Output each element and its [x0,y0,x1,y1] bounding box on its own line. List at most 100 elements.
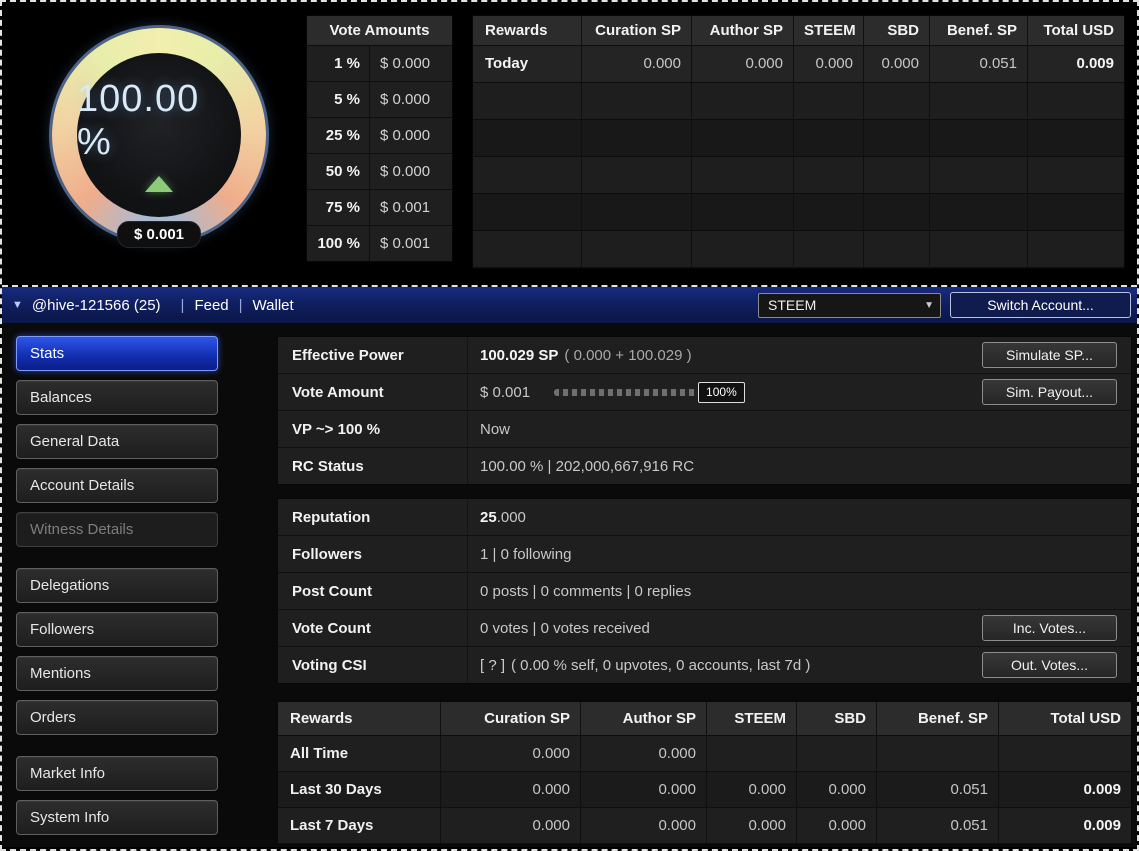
table-cell [1027,83,1124,119]
table-cell [929,157,1027,193]
rewards-7-days-row: Last 7 Days 0.000 0.000 0.000 0.000 0.05… [278,808,1131,844]
sidebar-item-mentions[interactable]: Mentions [16,656,218,691]
vote-pct: 50 % [307,154,369,189]
table-row [473,157,1124,194]
table-cell [929,194,1027,230]
sidebar-item-general-data[interactable]: General Data [16,424,218,459]
table-cell [581,194,691,230]
table-cell [1027,194,1124,230]
stats-main-panel: Effective Power 100.029 SP ( 0.000 + 100… [277,336,1132,847]
rewards-all-time-row: All Time 0.000 0.000 [278,736,1131,772]
table-cell [691,120,793,156]
rc-status-value: 100.00 % | 202,000,667,916 RC [468,458,1131,475]
table-cell [473,83,581,119]
vote-weight-slider[interactable] [554,389,702,396]
table-cell [706,736,796,771]
row-label: Followers [278,536,468,572]
sidebar-item-delegations[interactable]: Delegations [16,568,218,603]
row-label: VP ~> 100 % [278,411,468,447]
table-cell [863,157,929,193]
app-body: Stats Balances General Data Account Deta… [2,323,1137,847]
table-cell: 0.051 [876,808,998,843]
table-cell [473,231,581,267]
csi-help-icon[interactable]: [ ? ] [480,657,505,674]
vote-amt: $ 0.000 [369,82,452,117]
account-stats-group: Reputation 25 .000 Followers 1 | 0 follo… [277,498,1132,684]
table-header-cell: STEEM [706,702,796,735]
sim-payout-button[interactable]: Sim. Payout... [982,379,1117,405]
table-cell [691,83,793,119]
table-cell [876,736,998,771]
followers-value: 1 | 0 following [468,546,1131,563]
table-cell: 0.000 [796,808,876,843]
sidebar-item-witness-details: Witness Details [16,512,218,547]
feed-link[interactable]: Feed [194,297,228,314]
sidebar-item-followers[interactable]: Followers [16,612,218,647]
simulate-sp-button[interactable]: Simulate SP... [982,342,1117,368]
table-cell: 0.000 [796,772,876,807]
account-name[interactable]: @hive-121566 (25) [32,297,161,314]
rewards-today-row: Today 0.000 0.000 0.000 0.000 0.051 0.00… [473,46,1124,83]
table-cell [581,120,691,156]
row-value: 100.029 SP ( 0.000 + 100.029 ) [468,347,970,364]
table-cell: 0.000 [440,808,580,843]
vote-amount-row: 5 % $ 0.000 [307,82,452,118]
table-cell: Today [473,46,581,82]
sidebar-item-balances[interactable]: Balances [16,380,218,415]
vote-pct: 100 % [307,226,369,261]
rewards-summary-header-row: Rewards Curation SP Author SP STEEM SBD … [278,702,1131,736]
table-cell [581,231,691,267]
row-label: Reputation [278,499,468,535]
table-header-cell: Author SP [580,702,706,735]
sidebar-item-market-info[interactable]: Market Info [16,756,218,791]
wallet-link[interactable]: Wallet [253,297,294,314]
table-row [473,194,1124,231]
reputation-value: 25 .000 [468,509,1131,526]
outgoing-votes-button[interactable]: Out. Votes... [982,652,1117,678]
table-row [473,231,1124,268]
table-cell: 0.051 [876,772,998,807]
table-cell [581,157,691,193]
voting-power-gauge: 100.00 % $ 0.001 [52,28,266,242]
sidebar-item-stats[interactable]: Stats [16,336,218,371]
row-label: Effective Power [278,337,468,373]
row-label: Vote Count [278,610,468,646]
table-cell: 0.000 [863,46,929,82]
vote-amount-value: $ 0.001 [480,384,530,401]
table-cell [793,194,863,230]
vote-amt: $ 0.001 [369,190,452,225]
table-row [473,83,1124,120]
switch-account-button[interactable]: Switch Account... [950,292,1131,318]
account-menu-caret-icon[interactable]: ▼ [12,299,23,311]
table-header-cell: Curation SP [440,702,580,735]
titlebar: ▼ @hive-121566 (25) | Feed | Wallet STEE… [2,287,1137,323]
sidebar-item-orders[interactable]: Orders [16,700,218,735]
table-header-cell: SBD [863,16,929,45]
table-header-cell: Curation SP [581,16,691,45]
vote-pct: 25 % [307,118,369,153]
table-cell [793,83,863,119]
incoming-votes-button[interactable]: Inc. Votes... [982,615,1117,641]
vote-pct: 5 % [307,82,369,117]
table-cell: 0.000 [706,808,796,843]
csi-text: ( 0.00 % self, 0 upvotes, 0 accounts, la… [511,657,810,674]
sidebar: Stats Balances General Data Account Deta… [16,336,218,847]
table-cell: 0.009 [998,772,1131,807]
gauge-inner: 100.00 % [77,53,241,217]
table-cell [473,194,581,230]
power-group: Effective Power 100.029 SP ( 0.000 + 100… [277,336,1132,485]
table-cell [863,194,929,230]
row-label: Post Count [278,573,468,609]
table-cell [929,120,1027,156]
table-cell [929,83,1027,119]
table-header-cell: Benef. SP [929,16,1027,45]
table-cell: 0.000 [440,772,580,807]
table-header-cell: Rewards [473,16,581,45]
table-cell: All Time [278,736,440,771]
table-cell [473,120,581,156]
chain-select[interactable]: STEEM ▼ [758,293,941,318]
sidebar-item-account-details[interactable]: Account Details [16,468,218,503]
vote-amount-row: 75 % $ 0.001 [307,190,452,226]
rewards-30-days-row: Last 30 Days 0.000 0.000 0.000 0.000 0.0… [278,772,1131,808]
sidebar-item-system-info[interactable]: System Info [16,800,218,835]
